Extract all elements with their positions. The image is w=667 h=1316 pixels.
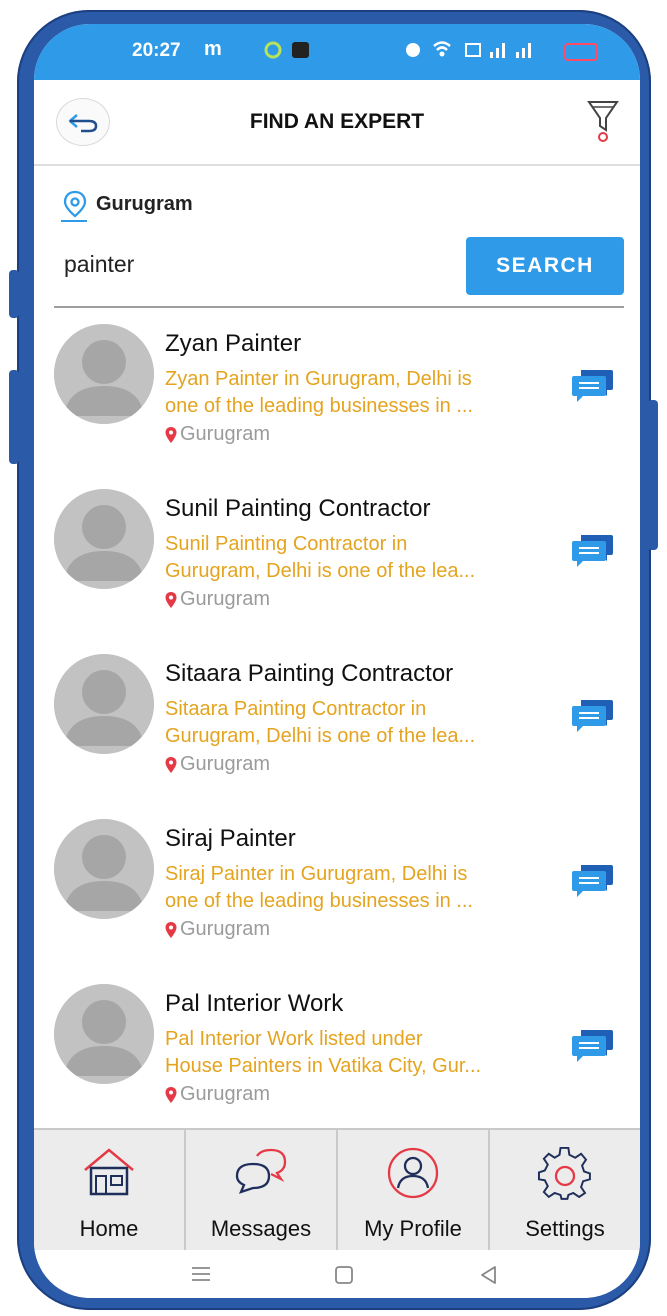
side-button <box>648 400 658 550</box>
location-pin-icon <box>165 426 177 443</box>
chat-icon <box>572 700 613 732</box>
tab-label: Settings <box>525 1216 605 1241</box>
description-line: Gurugram, Delhi is one of the lea... <box>165 725 476 747</box>
city-label: Gurugram <box>180 423 271 445</box>
chat-icon <box>572 535 613 567</box>
description-line: one of the leading businesses in ... <box>165 890 473 912</box>
signal-icons <box>404 38 554 67</box>
filter-button[interactable] <box>586 98 620 149</box>
status-bar: 20:27 m <box>34 24 640 80</box>
description-line: Gurugram, Delhi is one of the lea... <box>165 560 476 582</box>
location-city: Gurugram <box>96 192 193 215</box>
volume-button <box>9 270 19 318</box>
carrier-icon: m <box>204 38 222 60</box>
status-time: 20:27 <box>132 40 181 61</box>
description-line: Sunil Painting Contractor in <box>165 533 408 555</box>
avatar <box>54 324 154 424</box>
search-button[interactable]: SEARCH <box>466 237 624 295</box>
chat-button[interactable] <box>571 366 615 409</box>
page-title: FIND AN EXPERT <box>249 110 425 133</box>
expert-name: Pal Interior Work <box>165 990 344 1017</box>
description-line: one of the leading businesses in ... <box>165 395 473 417</box>
list-item[interactable]: Pal Interior Work Pal Interior Work list… <box>34 976 640 1141</box>
avatar <box>54 819 154 919</box>
search-bar: SEARCH <box>54 234 624 308</box>
expert-name: Zyan Painter <box>165 330 302 357</box>
avatar <box>54 489 154 589</box>
tab-label: Home <box>79 1216 139 1241</box>
tab-my-profile[interactable]: My Profile <box>338 1130 490 1252</box>
list-item[interactable]: Sitaara Painting Contractor Sitaara Pain… <box>34 646 640 811</box>
profile-icon <box>387 1147 439 1199</box>
chat-icon <box>572 865 613 897</box>
app-screen: 20:27 m FIND AN EXPERT Gurugram painter … <box>34 24 640 1298</box>
chat-button[interactable] <box>571 531 615 574</box>
battery-icon <box>564 43 598 61</box>
description-line: Pal Interior Work listed under <box>165 1028 423 1050</box>
tab-label: My Profile <box>364 1216 462 1241</box>
location-pin-icon <box>165 921 177 938</box>
system-nav-bar <box>34 1250 640 1298</box>
avatar <box>54 654 154 754</box>
chat-icon <box>572 370 613 402</box>
tab-home[interactable]: Home <box>34 1130 186 1252</box>
expert-city: Gurugram <box>165 588 270 611</box>
location-selector[interactable]: Gurugram <box>62 190 193 218</box>
chat-button[interactable] <box>571 861 615 904</box>
expert-city: Gurugram <box>165 918 270 941</box>
location-pin-icon <box>165 1086 177 1103</box>
city-label: Gurugram <box>180 588 271 610</box>
city-label: Gurugram <box>180 753 271 775</box>
home-square-icon[interactable] <box>333 1264 355 1286</box>
back-triangle-icon[interactable] <box>478 1264 500 1286</box>
expert-description: Zyan Painter in Gurugram, Delhi is one o… <box>165 366 545 420</box>
expert-city: Gurugram <box>165 753 270 776</box>
expert-name: Siraj Painter <box>165 825 296 852</box>
description-line: House Painters in Vatika City, Gur... <box>165 1055 482 1077</box>
city-label: Gurugram <box>180 1083 271 1105</box>
avatar <box>54 984 154 1084</box>
expert-description: Sunil Painting Contractor in Gurugram, D… <box>165 531 545 585</box>
list-item[interactable]: Zyan Painter Zyan Painter in Gurugram, D… <box>34 316 640 481</box>
tab-label: Messages <box>210 1216 312 1241</box>
description-line: Sitaara Painting Contractor in <box>165 698 427 720</box>
expert-name: Sitaara Painting Contractor <box>165 660 454 687</box>
location-pin-icon <box>63 190 87 218</box>
expert-description: Sitaara Painting Contractor in Gurugram,… <box>165 696 545 750</box>
messages-icon <box>235 1148 287 1194</box>
chat-button[interactable] <box>571 1026 615 1069</box>
search-input[interactable] <box>62 250 446 279</box>
description-line: Siraj Painter in Gurugram, Delhi is <box>165 863 468 885</box>
location-pin-icon <box>165 756 177 773</box>
filter-icon <box>587 101 619 142</box>
bottom-nav: Home Messages My Profile Settings <box>34 1128 640 1252</box>
description-line: Zyan Painter in Gurugram, Delhi is <box>165 368 472 390</box>
expert-city: Gurugram <box>165 1083 270 1106</box>
chat-button[interactable] <box>571 696 615 739</box>
chat-icon <box>572 1030 613 1062</box>
city-label: Gurugram <box>180 918 271 940</box>
expert-city: Gurugram <box>165 423 270 446</box>
expert-description: Siraj Painter in Gurugram, Delhi is one … <box>165 861 545 915</box>
notification-icons <box>264 39 314 66</box>
list-item[interactable]: Siraj Painter Siraj Painter in Gurugram,… <box>34 811 640 976</box>
menu-icon[interactable] <box>190 1264 212 1284</box>
home-icon <box>84 1148 134 1196</box>
location-pin-icon <box>165 591 177 608</box>
power-button <box>9 370 19 464</box>
settings-icon <box>537 1146 591 1200</box>
tab-messages[interactable]: Messages <box>186 1130 338 1252</box>
location-underline <box>61 220 87 222</box>
tab-settings[interactable]: Settings <box>490 1130 640 1252</box>
app-header: FIND AN EXPERT <box>34 80 640 166</box>
expert-description: Pal Interior Work listed under House Pai… <box>165 1026 545 1080</box>
list-item[interactable]: Sunil Painting Contractor Sunil Painting… <box>34 481 640 646</box>
expert-name: Sunil Painting Contractor <box>165 495 431 522</box>
